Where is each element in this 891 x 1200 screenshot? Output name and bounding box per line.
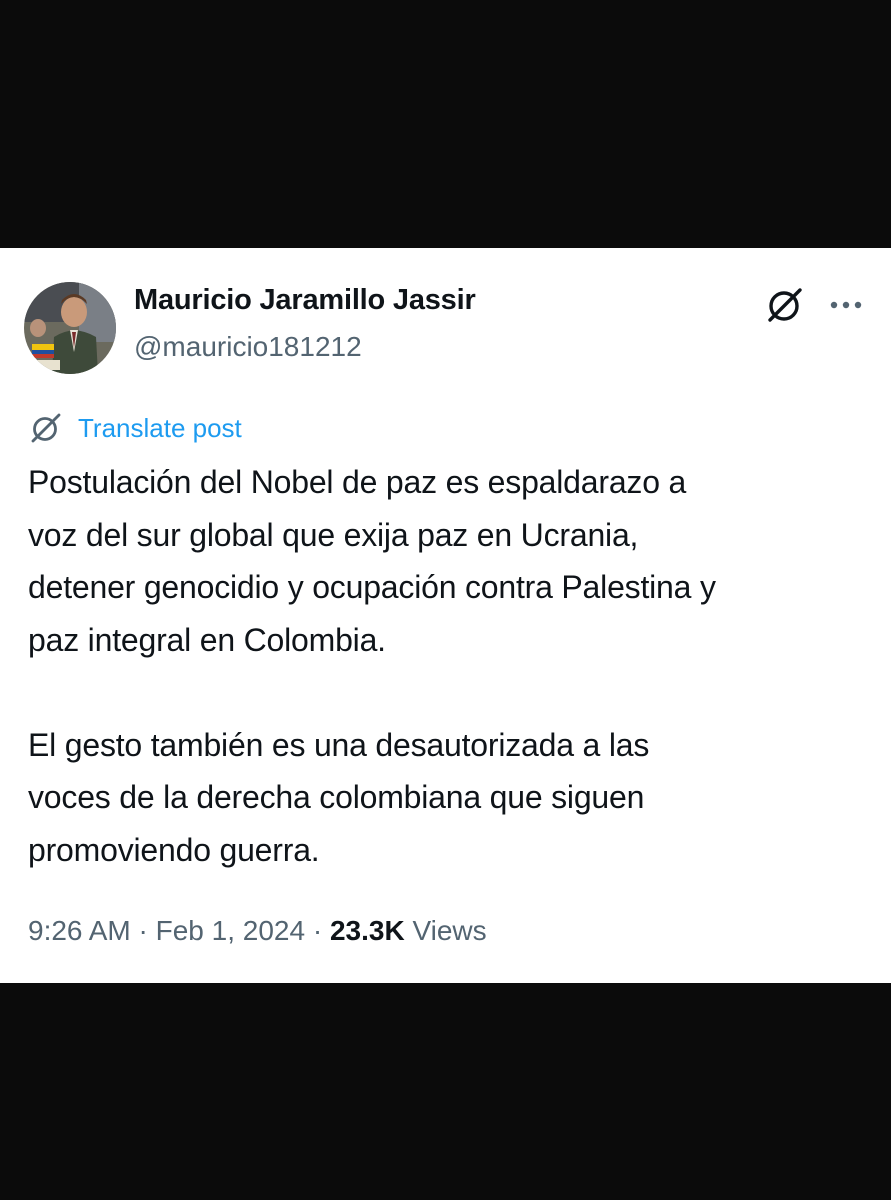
translate-post-label: Translate post xyxy=(78,412,242,443)
post-text-line: promoviendo guerra. xyxy=(28,831,320,868)
author-handle[interactable]: @mauricio181212 xyxy=(134,331,362,363)
post-text-line: El gesto también es una desautorizada a … xyxy=(28,726,650,763)
meta-separator: · xyxy=(130,915,156,946)
translate-post-link[interactable]: Translate post xyxy=(28,409,242,447)
post-text-line: voces de la derecha colombiana que sigue… xyxy=(28,779,645,815)
post-text-line: detener genocidio y ocupación contra Pal… xyxy=(28,569,716,605)
bottom-black-band xyxy=(0,983,891,1200)
more-dots-icon[interactable] xyxy=(826,285,866,325)
post-time[interactable]: 9:26 AM xyxy=(28,915,131,946)
grok-icon[interactable] xyxy=(763,283,807,327)
grok-icon xyxy=(28,410,64,446)
author-display-name[interactable]: Mauricio Jaramillo Jassir xyxy=(134,284,476,317)
views-label: Views xyxy=(404,915,487,946)
post-text-line: voz del sur global que exija paz en Ucra… xyxy=(28,516,639,553)
top-black-band xyxy=(0,0,891,248)
profile-photo-icon xyxy=(24,282,116,374)
post-text-line: Postulación del Nobel de paz es espaldar… xyxy=(28,464,687,500)
avatar[interactable] xyxy=(24,282,116,374)
views-count[interactable]: 23.3K xyxy=(330,915,405,946)
post-metadata: 9:26 AM · Feb 1, 2024 · 23.3K Views xyxy=(28,915,487,947)
post-date[interactable]: Feb 1, 2024 xyxy=(156,915,305,946)
meta-separator: · xyxy=(305,915,330,946)
post-text: Postulación del Nobel de paz es espaldar… xyxy=(28,456,873,876)
post-text-line: paz integral en Colombia. xyxy=(28,621,386,658)
